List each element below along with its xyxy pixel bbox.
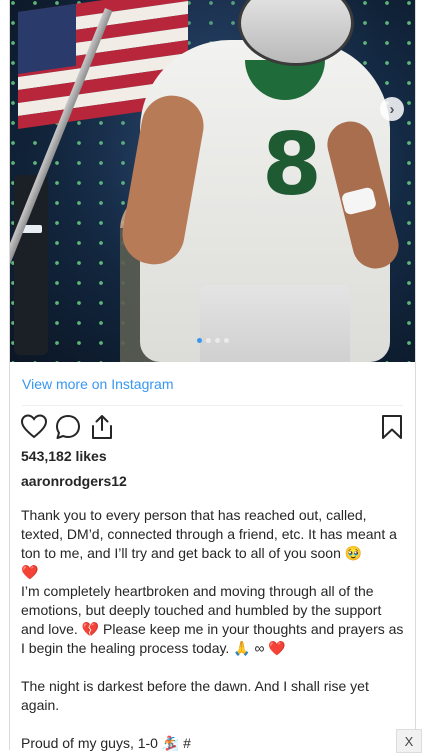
carousel-next-button[interactable]: › [380, 97, 404, 121]
carousel-dots [10, 338, 415, 343]
chevron-right-icon: › [389, 100, 395, 118]
caption-line: The night is darkest before the dawn. An… [21, 678, 369, 713]
caption-line: ❤️ [21, 564, 39, 580]
view-more-link[interactable]: View more on Instagram [22, 376, 173, 392]
like-count[interactable]: 543,182 likes [21, 448, 107, 464]
caption-spacer [21, 715, 405, 734]
bookmark-icon[interactable] [378, 413, 406, 441]
post-caption: Thank you to every person that has reach… [21, 506, 405, 753]
close-icon: X [404, 733, 414, 749]
heart-icon[interactable] [20, 413, 48, 441]
comment-icon[interactable] [54, 413, 82, 441]
share-icon[interactable] [88, 413, 116, 441]
carousel-dot[interactable] [214, 338, 220, 343]
post-photo[interactable]: 8 › [10, 0, 415, 362]
carousel-dot[interactable] [196, 338, 202, 343]
caption-line: Thank you to every person that has reach… [21, 507, 397, 561]
player-pants [200, 285, 350, 362]
action-bar [20, 413, 406, 443]
instagram-embed-card: 8 › View more on Instagram 543,182 likes… [9, 0, 416, 753]
caption-line: I’m completely heartbroken and moving th… [21, 583, 404, 656]
divider [22, 405, 403, 406]
caption-spacer [21, 658, 405, 677]
close-ad-button[interactable]: X [396, 729, 422, 753]
caption-line: Proud of my guys, 1-0 🏂 # [21, 735, 191, 751]
carousel-dot[interactable] [205, 338, 211, 343]
username-link[interactable]: aaronrodgers12 [21, 473, 127, 489]
carousel-dot[interactable] [223, 338, 229, 343]
jersey-number: 8 [262, 115, 322, 215]
